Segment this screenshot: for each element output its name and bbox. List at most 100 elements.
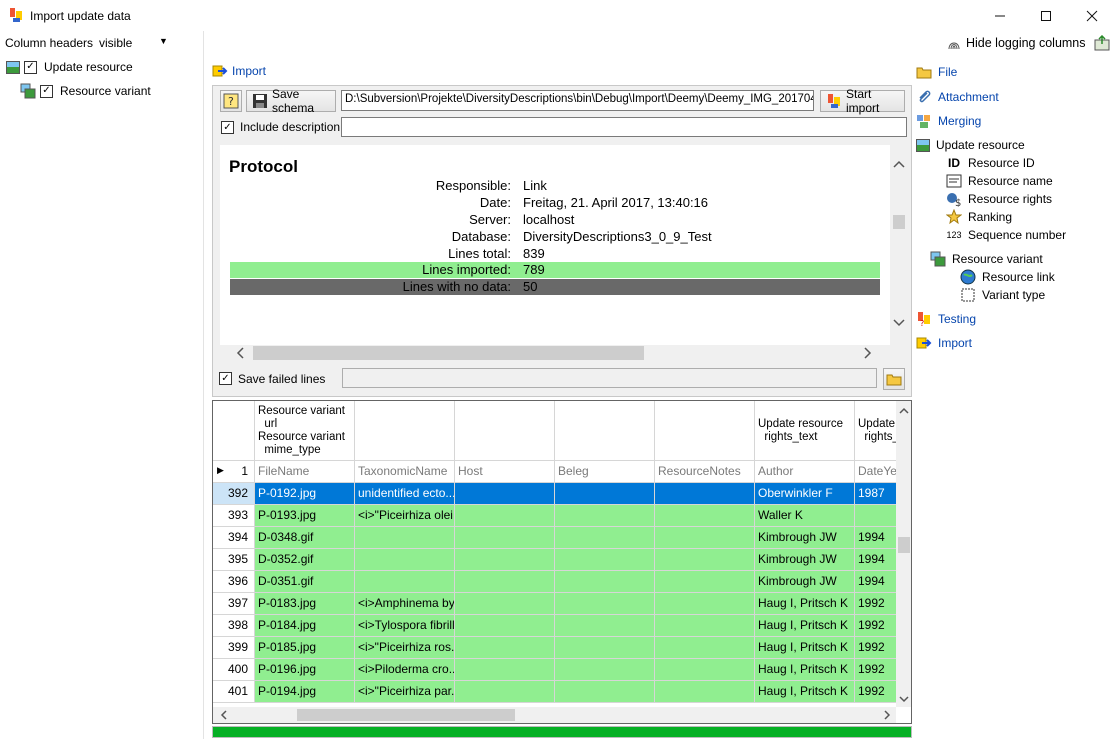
table-cell[interactable]: P-0194.jpg: [255, 681, 355, 703]
tree-item-update-resource[interactable]: ✓ Update resource: [6, 58, 133, 76]
table-cell[interactable]: [655, 505, 755, 527]
table-cell[interactable]: 1994: [855, 571, 899, 593]
table-cell[interactable]: [555, 615, 655, 637]
maximize-button[interactable]: [1023, 0, 1069, 31]
column-headers-select[interactable]: visible ▼: [96, 32, 170, 54]
column-header-author[interactable]: Author: [755, 461, 855, 483]
table-cell[interactable]: [455, 549, 555, 571]
scroll-up-icon[interactable]: [896, 402, 911, 418]
schema-path-field[interactable]: D:\Subversion\Projekte\DiversityDescript…: [341, 90, 814, 111]
nav-resource-rights[interactable]: $ Resource rights: [946, 190, 1052, 208]
grid-vscroll[interactable]: [896, 401, 911, 707]
nav-file[interactable]: File: [916, 63, 957, 81]
scroll-down-icon[interactable]: [891, 315, 907, 331]
minimize-button[interactable]: [977, 0, 1023, 31]
grid-vscroll-thumb[interactable]: [898, 537, 910, 553]
scroll-left-icon[interactable]: [215, 707, 231, 723]
row-header[interactable]: 396: [213, 571, 255, 593]
scroll-left-icon[interactable]: [232, 345, 248, 361]
row-header[interactable]: 393: [213, 505, 255, 527]
table-cell[interactable]: Oberwinkler F: [755, 483, 855, 505]
column-header-host[interactable]: Host: [455, 461, 555, 483]
import-header-link[interactable]: Import: [212, 63, 266, 79]
help-button[interactable]: ?: [220, 90, 242, 112]
table-cell[interactable]: 1994: [855, 549, 899, 571]
table-cell[interactable]: 1992: [855, 637, 899, 659]
nav-sequence-number[interactable]: 123 Sequence number: [946, 226, 1066, 244]
table-cell[interactable]: [555, 527, 655, 549]
table-cell[interactable]: [455, 659, 555, 681]
nav-ranking[interactable]: Ranking: [946, 208, 1012, 226]
nav-variant-type[interactable]: Variant type: [960, 286, 1045, 304]
table-cell[interactable]: [555, 637, 655, 659]
scroll-up-icon[interactable]: [891, 156, 907, 172]
table-cell[interactable]: [855, 505, 899, 527]
table-cell[interactable]: [655, 637, 755, 659]
save-failed-checkbox[interactable]: ✓: [219, 372, 232, 385]
table-cell[interactable]: [455, 637, 555, 659]
table-cell[interactable]: 1992: [855, 681, 899, 703]
nav-testing[interactable]: ? Testing: [916, 310, 976, 328]
scroll-right-icon[interactable]: [860, 345, 876, 361]
table-cell[interactable]: P-0183.jpg: [255, 593, 355, 615]
nav-resource-id[interactable]: ID Resource ID: [946, 154, 1035, 172]
grid-hscroll[interactable]: [213, 707, 896, 723]
table-cell[interactable]: [455, 505, 555, 527]
table-cell[interactable]: [655, 681, 755, 703]
column-header-resourcenotes[interactable]: ResourceNotes: [655, 461, 755, 483]
table-cell[interactable]: Haug I, Pritsch K: [755, 637, 855, 659]
include-description-field[interactable]: [341, 117, 907, 137]
nav-resource-name[interactable]: Resource name: [946, 172, 1053, 190]
table-cell[interactable]: unidentified ecto...: [355, 483, 455, 505]
table-cell[interactable]: Haug I, Pritsch K: [755, 681, 855, 703]
grid-hscroll-thumb[interactable]: [297, 709, 515, 721]
table-cell[interactable]: P-0193.jpg: [255, 505, 355, 527]
row-header[interactable]: 395: [213, 549, 255, 571]
include-description-checkbox[interactable]: ✓: [221, 121, 234, 134]
start-import-button[interactable]: Start import: [820, 87, 905, 115]
protocol-hscroll[interactable]: [220, 345, 890, 362]
table-cell[interactable]: 1994: [855, 527, 899, 549]
table-cell[interactable]: <i>"Piceirhiza ros...: [355, 637, 455, 659]
table-cell[interactable]: [455, 615, 555, 637]
table-cell[interactable]: [455, 527, 555, 549]
table-cell[interactable]: D-0352.gif: [255, 549, 355, 571]
table-cell[interactable]: 1987: [855, 483, 899, 505]
table-cell[interactable]: [655, 571, 755, 593]
resource-variant-checkbox[interactable]: ✓: [40, 84, 53, 98]
table-cell[interactable]: 1992: [855, 659, 899, 681]
table-cell[interactable]: [655, 615, 755, 637]
row-header[interactable]: 392: [213, 483, 255, 505]
table-cell[interactable]: [555, 549, 655, 571]
table-cell[interactable]: Kimbrough JW: [755, 527, 855, 549]
nav-import[interactable]: Import: [916, 334, 972, 352]
table-cell[interactable]: [655, 549, 755, 571]
table-cell[interactable]: [555, 505, 655, 527]
table-cell[interactable]: [355, 571, 455, 593]
table-cell[interactable]: <i>"Piceirhiza olei...: [355, 505, 455, 527]
table-cell[interactable]: [455, 483, 555, 505]
table-cell[interactable]: D-0348.gif: [255, 527, 355, 549]
save-schema-button[interactable]: Save schema: [246, 87, 336, 115]
table-cell[interactable]: [555, 571, 655, 593]
table-cell[interactable]: P-0192.jpg: [255, 483, 355, 505]
table-cell[interactable]: [655, 527, 755, 549]
tree-item-resource-variant[interactable]: ✓ Resource variant: [20, 82, 151, 100]
row-header[interactable]: 400: [213, 659, 255, 681]
table-cell[interactable]: [355, 527, 455, 549]
nav-resource-variant[interactable]: Resource variant: [930, 250, 1043, 268]
protocol-hscroll-thumb[interactable]: [253, 346, 644, 360]
table-cell[interactable]: P-0184.jpg: [255, 615, 355, 637]
data-grid[interactable]: Resource variant url Resource variant mi…: [212, 400, 912, 724]
nav-merging[interactable]: Merging: [916, 112, 981, 130]
row-header[interactable]: 399: [213, 637, 255, 659]
table-cell[interactable]: D-0351.gif: [255, 571, 355, 593]
table-cell[interactable]: [555, 659, 655, 681]
open-folder-button[interactable]: [883, 368, 905, 390]
table-cell[interactable]: [455, 593, 555, 615]
column-header-taxonomicname[interactable]: TaxonomicName: [355, 461, 455, 483]
table-cell[interactable]: [555, 483, 655, 505]
scroll-down-icon[interactable]: [896, 691, 911, 707]
table-cell[interactable]: <i>Amphinema by...: [355, 593, 455, 615]
row-header[interactable]: 401: [213, 681, 255, 703]
